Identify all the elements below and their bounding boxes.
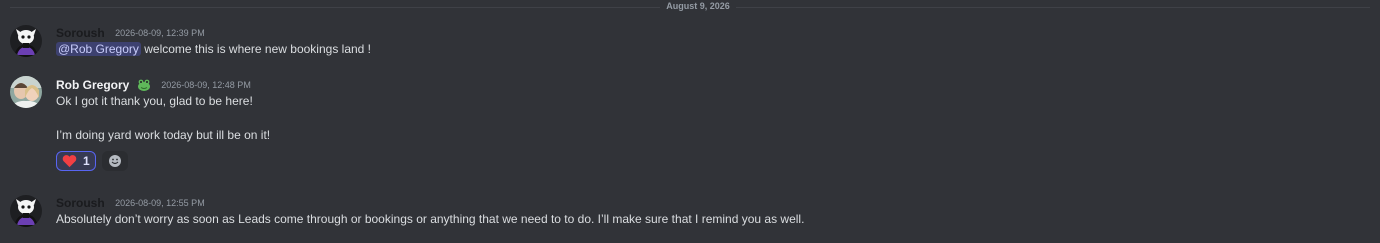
- author-name[interactable]: Rob Gregory: [56, 78, 129, 92]
- reaction-count: 1: [83, 154, 90, 168]
- message-text: Absolutely don’t worry as soon as Leads …: [56, 212, 805, 226]
- avatar-rob-gregory[interactable]: [10, 76, 42, 108]
- heart-icon: [62, 155, 77, 168]
- avatar-soroush[interactable]: [10, 25, 42, 57]
- message-text: @Rob Gregory welcome this is where new b…: [56, 42, 371, 56]
- add-reaction-button[interactable]: [102, 151, 128, 171]
- message-text-line-1: Ok I got it thank you, glad to be here!: [56, 94, 253, 108]
- add-reaction-icon: [109, 155, 121, 167]
- avatar-soroush[interactable]: [10, 195, 42, 227]
- frog-badge-icon[interactable]: [137, 78, 151, 92]
- rob-gregory-avatar-icon: [10, 76, 42, 108]
- message-timestamp: 2026-08-09, 12:39 PM: [115, 27, 205, 38]
- message-timestamp: 2026-08-09, 12:48 PM: [161, 79, 251, 90]
- soroush-avatar-icon: [10, 25, 42, 57]
- user-mention[interactable]: @Rob Gregory: [56, 42, 141, 56]
- soroush-avatar-icon: [10, 195, 42, 227]
- date-divider-label: August 9, 2026: [666, 1, 730, 11]
- divider-line-left: [10, 7, 660, 8]
- message-timestamp: 2026-08-09, 12:55 PM: [115, 197, 205, 208]
- reaction-heart[interactable]: 1: [56, 151, 96, 171]
- author-name[interactable]: Soroush: [56, 26, 105, 40]
- message-text-line-2: I’m doing yard work today but ill be on …: [56, 128, 271, 142]
- message-text-content: welcome this is where new bookings land …: [140, 42, 372, 56]
- author-name[interactable]: Soroush: [56, 196, 105, 210]
- divider-line-right: [736, 7, 1370, 8]
- date-divider: August 9, 2026: [0, 0, 1380, 14]
